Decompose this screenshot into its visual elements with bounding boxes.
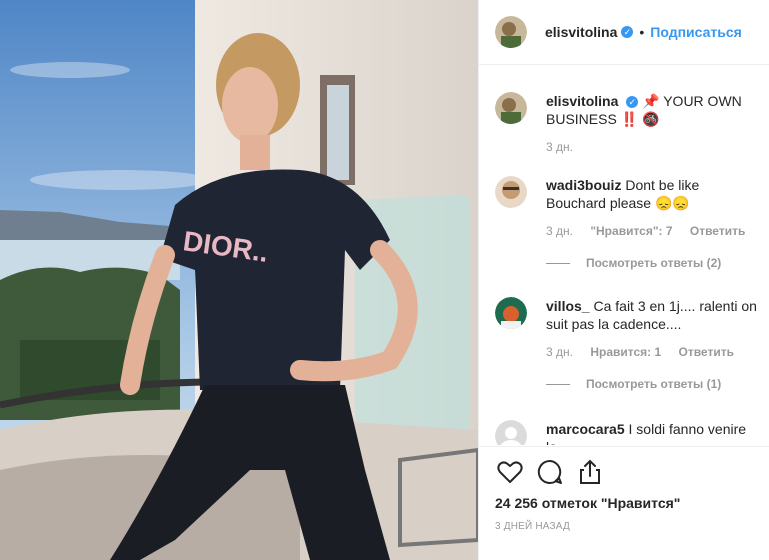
view-replies-label: Посмотреть ответы (2) xyxy=(586,256,722,270)
comment-meta: 3 дн. "Нравится": 7 Ответить xyxy=(546,224,760,238)
replies-divider xyxy=(546,262,570,264)
author-username[interactable]: elisvitolina xyxy=(545,24,617,40)
comment-time[interactable]: 3 дн. xyxy=(546,345,573,359)
caption-item: elisvitolina ✓ 📌 YOUR OWN BUSINESS ‼️ 🚳 … xyxy=(495,92,760,154)
post-header: elisvitolina ✓ • Подписаться xyxy=(479,0,769,65)
comment-time[interactable]: 3 дн. xyxy=(546,224,573,238)
header-separator: • xyxy=(639,24,645,40)
comment-meta: 3 дн. Нравится: 1 Ответить xyxy=(546,345,760,359)
caption-avatar[interactable] xyxy=(495,92,527,124)
view-replies-button[interactable]: Посмотреть ответы (1) xyxy=(546,377,760,391)
pin-emoji-icon: 📌 xyxy=(642,93,660,109)
comment-avatar[interactable] xyxy=(495,420,527,445)
post-sidebar: elisvitolina ✓ • Подписаться elisvitolin… xyxy=(478,0,769,560)
comment-likes[interactable]: Нравится: 1 xyxy=(590,345,661,359)
comment-avatar[interactable] xyxy=(495,297,527,329)
comment-item: villos_ Ca fait 3 en 1j.... ralenti on s… xyxy=(495,297,760,391)
post-date[interactable]: 3 ДНЕЙ НАЗАД xyxy=(479,511,769,532)
comment-username[interactable]: villos_ xyxy=(546,298,590,314)
comments-list[interactable]: elisvitolina ✓ 📌 YOUR OWN BUSINESS ‼️ 🚳 … xyxy=(479,65,769,445)
reply-button[interactable]: Ответить xyxy=(690,224,745,238)
view-replies-label: Посмотреть ответы (1) xyxy=(586,377,722,391)
reply-button[interactable]: Ответить xyxy=(679,345,734,359)
likes-count[interactable]: 24 256 отметок "Нравится" xyxy=(479,487,769,511)
caption-username[interactable]: elisvitolina xyxy=(546,93,618,109)
instagram-post-view: DIOR.. elisvitolina ✓ • Подписаться elis… xyxy=(0,0,769,560)
photo-illustration: DIOR.. xyxy=(0,0,478,560)
comment-item: wadi3bouiz Dont be like Bouchard please … xyxy=(495,176,760,270)
no-bicycle-emoji-icon: 🚳 xyxy=(642,111,660,127)
follow-button[interactable]: Подписаться xyxy=(650,24,742,40)
action-bar xyxy=(479,447,769,487)
share-icon[interactable] xyxy=(575,457,605,487)
post-photo[interactable]: DIOR.. xyxy=(0,0,478,560)
caption-meta: 3 дн. xyxy=(546,140,760,154)
caption-verified-icon: ✓ xyxy=(626,96,639,108)
comment-item: marcocara5 I soldi fanno venire la xyxy=(495,420,760,445)
author-avatar[interactable] xyxy=(495,16,527,48)
comment-likes[interactable]: "Нравится": 7 xyxy=(590,224,672,238)
comment-username[interactable]: marcocara5 xyxy=(546,421,625,437)
comment-icon[interactable] xyxy=(535,457,565,487)
view-replies-button[interactable]: Посмотреть ответы (2) xyxy=(546,256,760,270)
comment-avatar[interactable] xyxy=(495,176,527,208)
comment-username[interactable]: wadi3bouiz xyxy=(546,177,621,193)
verified-badge-icon: ✓ xyxy=(621,26,634,38)
heart-icon[interactable] xyxy=(495,457,525,487)
replies-divider xyxy=(546,383,570,385)
post-footer: 24 256 отметок "Нравится" 3 ДНЕЙ НАЗАД xyxy=(479,446,769,560)
caption-time[interactable]: 3 дн. xyxy=(546,140,573,154)
